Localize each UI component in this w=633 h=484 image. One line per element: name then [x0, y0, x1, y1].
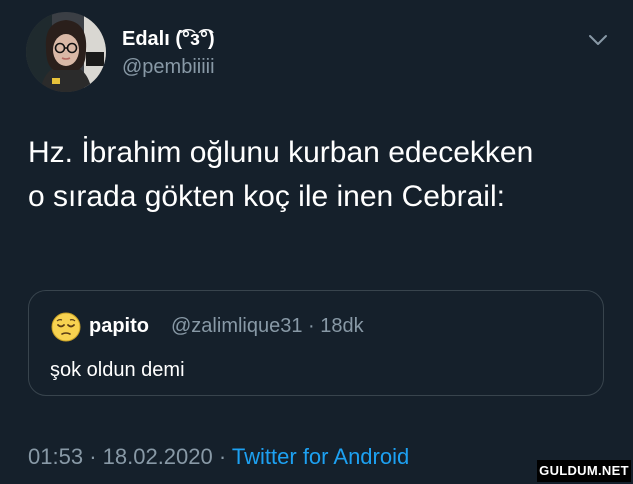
quoted-tweet[interactable]: papito @zalimlique31 · 18dk şok oldun de… — [28, 290, 604, 396]
tweet-text: Hz. İbrahim oğlunu kurban edecekken o sı… — [28, 131, 608, 219]
tweet-header: Edalı (͡°з͡°) @pembiiiii — [26, 12, 616, 94]
quoted-time: 18dk — [320, 315, 364, 337]
tweet-footer: 01:53 · 18.02.2020 · Twitter for Android — [28, 444, 409, 470]
quoted-separator: · — [308, 315, 315, 337]
tweet-text-line: Hz. İbrahim oğlunu kurban edecekken — [28, 136, 534, 169]
author-handle[interactable]: @pembiiiii — [122, 56, 215, 79]
quoted-author-handle: @zalimlique31 — [171, 315, 303, 337]
tweet-text-line: o sırada gökten koç ile inen Cebrail: — [28, 180, 505, 213]
quoted-author-name: papito — [89, 315, 149, 337]
watermark: GULDUM.NET — [537, 460, 631, 482]
footer-separator: · — [218, 444, 227, 469]
quoted-author-meta: @zalimlique31 · 18dk — [171, 315, 364, 338]
chevron-down-icon[interactable] — [586, 30, 610, 50]
sleepy-face-emoji-icon — [50, 311, 82, 343]
quoted-text: şok oldun demi — [50, 359, 185, 381]
tweet-source-link[interactable]: Twitter for Android — [232, 444, 409, 469]
author-name[interactable]: Edalı (͡°з͡°) — [122, 28, 215, 51]
tweet-date: 18.02.2020 — [102, 444, 213, 469]
tweet-time: 01:53 — [28, 444, 84, 469]
footer-separator: · — [89, 444, 97, 469]
author-avatar[interactable] — [26, 12, 106, 92]
